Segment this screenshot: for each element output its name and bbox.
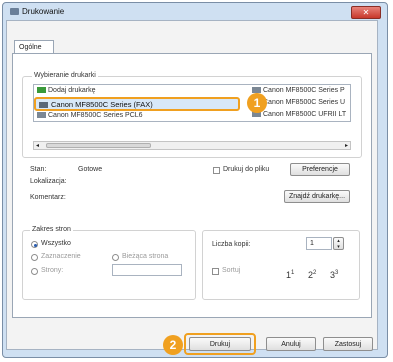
range-all-radio[interactable]: [31, 241, 38, 248]
cancel-button[interactable]: Anuluj: [266, 337, 316, 351]
printer-item-selected[interactable]: Canon MF8500C Series (FAX): [34, 97, 240, 111]
printer-item[interactable]: Canon MF8500C Series PCL6: [37, 112, 143, 119]
scroll-left-icon[interactable]: ◂: [36, 142, 39, 149]
collate-illustration: 11 22 33: [286, 268, 356, 288]
collate-label: Sortuj: [222, 267, 241, 274]
range-selection-label: Zaznaczenie: [41, 253, 81, 260]
range-all-label: Wszystko: [41, 240, 71, 247]
print-to-file-label: Drukuj do pliku: [223, 166, 270, 173]
location-label: Lokalizacja:: [30, 178, 67, 185]
status-label: Stan:: [30, 166, 47, 173]
find-printer-button[interactable]: Znajdź drukarkę...: [284, 190, 350, 203]
collate-page-icon: 33: [330, 270, 339, 280]
copies-input[interactable]: 1: [306, 237, 332, 250]
apply-button[interactable]: Zastosuj: [323, 337, 373, 351]
range-current-radio[interactable]: [112, 254, 119, 261]
scrollbar-thumb[interactable]: [46, 143, 151, 148]
printer-item[interactable]: Dodaj drukarkę: [37, 87, 95, 94]
close-button[interactable]: ✕: [351, 6, 381, 19]
status-value: Gotowe: [78, 166, 103, 173]
range-current-label: Bieżąca strona: [122, 253, 169, 260]
title-bar: Drukowanie ✕: [3, 3, 387, 21]
pages-input[interactable]: [112, 264, 182, 276]
printer-list-scrollbar[interactable]: ◂ ▸: [33, 141, 351, 150]
comment-label: Komentarz:: [30, 194, 66, 201]
printer-group-label: Wybieranie drukarki: [32, 72, 98, 79]
printer-item[interactable]: Canon MF8500C UFRII LT: [252, 111, 346, 118]
collate-checkbox[interactable]: [212, 268, 219, 275]
printer-item[interactable]: Canon MF8500C Series P: [252, 87, 345, 94]
range-pages-label: Strony:: [41, 267, 64, 274]
copies-label: Liczba kopii:: [212, 241, 251, 248]
scroll-right-icon[interactable]: ▸: [345, 142, 348, 149]
page-range-label: Zakres stron: [30, 226, 73, 233]
printer-icon: [37, 112, 46, 119]
printer-icon: [10, 8, 19, 15]
preferences-button[interactable]: Preferencje: [290, 163, 350, 176]
copies-stepper[interactable]: ▴ ▾: [333, 237, 344, 250]
collate-page-icon: 22: [308, 270, 317, 280]
callout-2: 2: [163, 335, 183, 355]
tab-general[interactable]: Ogólne: [14, 40, 54, 54]
print-button[interactable]: Drukuj: [189, 337, 251, 351]
range-pages-radio[interactable]: [31, 268, 38, 275]
collate-page-icon: 11: [286, 270, 295, 280]
add-printer-icon: [37, 87, 46, 94]
range-selection-radio[interactable]: [31, 254, 38, 261]
fax-printer-icon: [39, 102, 48, 108]
callout-1: 1: [247, 93, 267, 113]
window-title: Drukowanie: [22, 7, 65, 16]
print-to-file-checkbox[interactable]: [213, 167, 220, 174]
